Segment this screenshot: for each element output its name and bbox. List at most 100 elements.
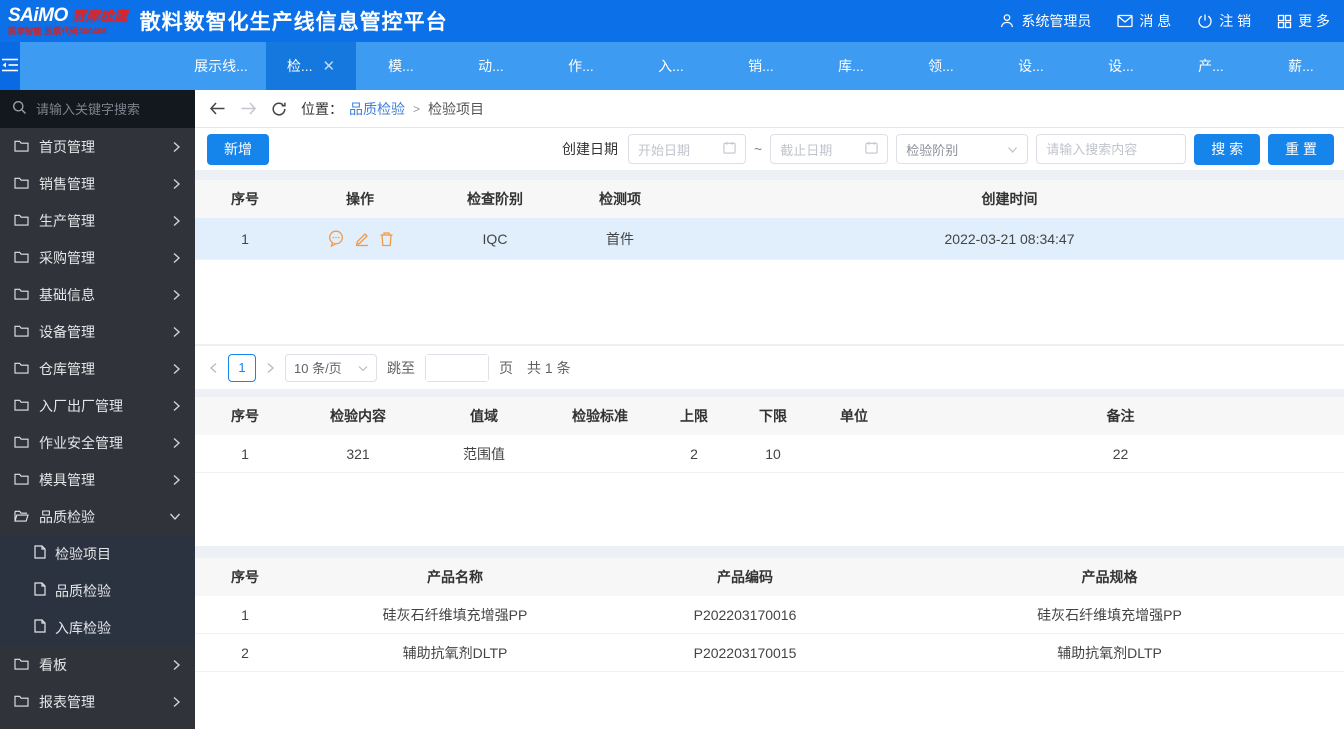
tab-11[interactable]: 产... bbox=[1166, 42, 1256, 90]
sidebar-item-sales[interactable]: 销售管理 bbox=[0, 165, 195, 202]
page-number-button[interactable]: 1 bbox=[228, 353, 256, 382]
tab-0[interactable]: 展示线... bbox=[176, 42, 266, 90]
submenu-item-inbound-inspection[interactable]: 入库检验 bbox=[0, 609, 195, 646]
column-header: 值域 bbox=[470, 408, 498, 424]
tab-8[interactable]: 领... bbox=[896, 42, 986, 90]
tab-4[interactable]: 作... bbox=[536, 42, 626, 90]
logo-subtitle: 赛摩智能 股票代码300466 bbox=[8, 26, 107, 37]
sidebar-item-purchasing[interactable]: 采购管理 bbox=[0, 239, 195, 276]
tab-3[interactable]: 动... bbox=[446, 42, 536, 90]
more-button[interactable]: 更 多 bbox=[1277, 11, 1330, 31]
column-header: 产品规格 bbox=[1081, 569, 1138, 585]
sidebar-search[interactable] bbox=[0, 90, 195, 128]
table-row[interactable]: 1 硅灰石纤维填充增强PP P202203170016 硅灰石纤维填充增强PP bbox=[195, 596, 1344, 634]
table-row[interactable]: 1 321 范围值 2 10 22 bbox=[195, 435, 1344, 473]
sidebar-item-warehouse[interactable]: 仓库管理 bbox=[0, 350, 195, 387]
tab-7[interactable]: 库... bbox=[806, 42, 896, 90]
forward-icon[interactable] bbox=[240, 101, 257, 116]
messages-button[interactable]: 消 息 bbox=[1117, 11, 1171, 31]
add-button[interactable]: 新增 bbox=[207, 133, 269, 165]
folder-icon bbox=[14, 213, 29, 229]
breadcrumb-parent[interactable]: 品质检验 bbox=[349, 99, 405, 119]
chevron-right-icon bbox=[172, 437, 181, 449]
prev-page-icon[interactable] bbox=[209, 362, 218, 374]
jump-label: 跳至 bbox=[387, 359, 415, 376]
chevron-right-icon bbox=[172, 141, 181, 153]
sidebar-item-basic-info[interactable]: 基础信息 bbox=[0, 276, 195, 313]
breadcrumb-current: 检验项目 bbox=[428, 100, 485, 117]
table-header-row: 序号 操作 检查阶别 检测项 创建时间 bbox=[195, 180, 1344, 218]
table-header-row: 序号 检验内容 值域 检验标准 上限 下限 单位 备注 bbox=[195, 397, 1344, 435]
folder-icon bbox=[14, 324, 29, 340]
top-header: SAiMO 赛摩雄鹰 赛摩智能 股票代码300466 散料数智化生产线信息管控平… bbox=[0, 0, 1344, 42]
sidebar-item-in-out[interactable]: 入厂出厂管理 bbox=[0, 387, 195, 424]
search-button[interactable]: 搜 索 bbox=[1194, 133, 1261, 165]
chevron-right-icon bbox=[172, 400, 181, 412]
sidebar-item-home[interactable]: 首页管理 bbox=[0, 128, 195, 165]
tab-bar: 展示线... 检... ✕ 模... 动... 作... 入... 销... 库… bbox=[0, 42, 1344, 90]
sidebar-item-production[interactable]: 生产管理 bbox=[0, 202, 195, 239]
delete-icon[interactable] bbox=[379, 231, 394, 247]
back-icon[interactable] bbox=[209, 101, 226, 116]
chevron-right-icon bbox=[172, 252, 181, 264]
column-header: 产品名称 bbox=[427, 569, 483, 585]
pagination-bar: 1 10 条/页 跳至 页 共 1 条 bbox=[195, 346, 1344, 389]
table-row[interactable]: 2 辅助抗氧剂DLTP P202203170015 辅助抗氧剂DLTP bbox=[195, 634, 1344, 672]
tab-10[interactable]: 设... bbox=[1076, 42, 1166, 90]
chevron-right-icon bbox=[172, 696, 181, 708]
folder-icon bbox=[14, 694, 29, 710]
sidebar-item-quality[interactable]: 品质检验 bbox=[0, 498, 195, 535]
document-icon bbox=[34, 619, 46, 636]
logout-button[interactable]: 注 销 bbox=[1197, 11, 1251, 31]
tab-1-active[interactable]: 检... ✕ bbox=[266, 42, 356, 90]
chevron-right-icon bbox=[172, 326, 181, 338]
sidebar-search-input[interactable] bbox=[36, 101, 176, 117]
sidebar-item-equipment[interactable]: 设备管理 bbox=[0, 313, 195, 350]
next-page-icon[interactable] bbox=[266, 362, 275, 374]
sidebar-collapse-button[interactable] bbox=[0, 42, 20, 90]
column-header: 检验内容 bbox=[330, 408, 386, 424]
header-actions: 系统管理员 消 息 注 销 更 多 bbox=[999, 11, 1330, 31]
quality-submenu: 检验项目 品质检验 入库检验 bbox=[0, 535, 195, 646]
chevron-down-icon bbox=[169, 512, 181, 521]
sidebar-item-safety[interactable]: 作业安全管理 bbox=[0, 424, 195, 461]
table-row[interactable]: 1 IQC 首件 2022-03-21 08:34:47 bbox=[195, 218, 1344, 260]
mail-icon bbox=[1117, 14, 1133, 28]
end-date-input[interactable]: 截止日期 bbox=[770, 134, 889, 164]
company-logo: SAiMO 赛摩雄鹰 赛摩智能 股票代码300466 bbox=[8, 6, 128, 36]
submenu-item-inspection-items[interactable]: 检验项目 bbox=[0, 535, 195, 572]
sidebar-item-reports[interactable]: 报表管理 bbox=[0, 683, 195, 720]
chevron-right-icon bbox=[172, 659, 181, 671]
tab-6[interactable]: 销... bbox=[716, 42, 806, 90]
sidebar-item-kanban[interactable]: 看板 bbox=[0, 646, 195, 683]
sidebar-item-mold[interactable]: 模具管理 bbox=[0, 461, 195, 498]
detail-icon[interactable] bbox=[327, 230, 345, 247]
chevron-right-icon bbox=[172, 289, 181, 301]
jump-page-input[interactable] bbox=[426, 354, 488, 381]
search-icon bbox=[12, 100, 27, 118]
start-date-input[interactable]: 开始日期 bbox=[628, 134, 747, 164]
tab-9[interactable]: 设... bbox=[986, 42, 1076, 90]
tab-5[interactable]: 入... bbox=[626, 42, 716, 90]
tab-12[interactable]: 薪... bbox=[1256, 42, 1344, 90]
reset-button[interactable]: 重 置 bbox=[1268, 133, 1334, 165]
jump-input-box bbox=[425, 353, 489, 382]
edit-icon[interactable] bbox=[354, 231, 370, 247]
submenu-item-quality-inspection[interactable]: 品质检验 bbox=[0, 572, 195, 609]
folder-open-icon bbox=[14, 509, 29, 525]
chevron-right-icon bbox=[172, 363, 181, 375]
logo-brand-cn: 赛摩雄鹰 bbox=[71, 8, 128, 25]
tab-2[interactable]: 模... bbox=[356, 42, 446, 90]
keyword-search-input[interactable] bbox=[1046, 141, 1177, 157]
document-icon bbox=[34, 545, 46, 562]
column-header: 备注 bbox=[1106, 408, 1135, 424]
tab-close-icon[interactable]: ✕ bbox=[323, 57, 336, 75]
chevron-right-icon bbox=[172, 178, 181, 190]
user-menu[interactable]: 系统管理员 bbox=[999, 11, 1091, 31]
breadcrumb-separator: > bbox=[413, 101, 421, 116]
refresh-icon[interactable] bbox=[271, 101, 287, 117]
column-header: 创建时间 bbox=[981, 191, 1038, 207]
page-size-select[interactable]: 10 条/页 bbox=[285, 353, 377, 382]
folder-icon bbox=[14, 176, 29, 192]
stage-select[interactable]: 检验阶别 bbox=[896, 134, 1029, 164]
